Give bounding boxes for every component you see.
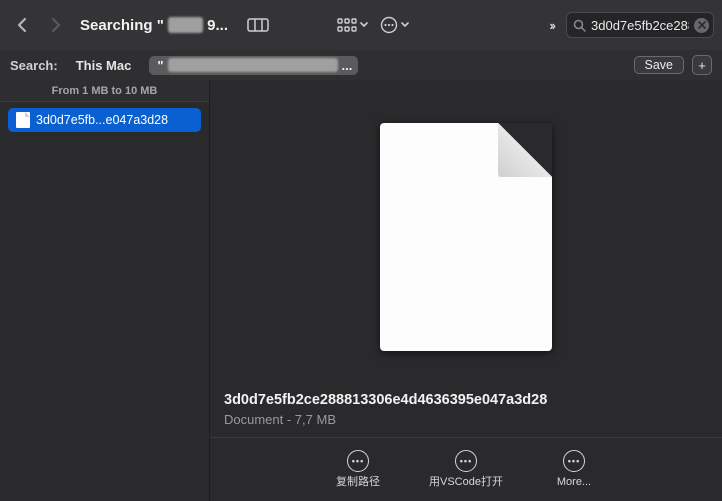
result-item-name: 3d0d7e5fb...e047a3d28 [36,113,168,127]
action-label: More... [557,476,591,489]
ellipsis-circle-icon: ••• [455,450,477,472]
forward-button[interactable] [42,11,70,39]
grid-icon [337,18,357,32]
ellipsis-circle-icon: ••• [347,450,369,472]
search-input[interactable] [591,18,689,33]
ellipsis-circle-icon: ••• [563,450,585,472]
clear-search-button[interactable] [694,18,709,33]
chevron-left-icon [16,17,28,33]
chevron-down-icon [360,22,368,28]
title-suffix: 9... [207,17,228,34]
action-more[interactable]: ••• More... [535,450,613,489]
preview-filename: 3d0d7e5fb2ce288813306e4d4636395e047a3d28 [224,392,708,408]
back-button[interactable] [8,11,36,39]
preview-canvas [210,80,722,384]
more-options-button[interactable] [378,11,410,39]
overflow-button[interactable]: ›› [543,18,560,33]
toolbar: Searching " 9... [0,0,722,50]
action-label: 复制路径 [336,476,380,489]
columns-icon [247,17,269,33]
search-field[interactable] [566,12,714,38]
chevron-right-icon [50,17,62,33]
results-group-header: From 1 MB to 10 MB [0,80,209,102]
search-scope-bar: Search: This Mac " ... Save + [0,50,722,80]
preview-metadata: 3d0d7e5fb2ce288813306e4d4636395e047a3d28… [210,384,722,427]
main-area: From 1 MB to 10 MB 3d0d7e5fb...e047a3d28… [0,80,722,501]
window-title: Searching " 9... [76,17,236,34]
results-column: From 1 MB to 10 MB 3d0d7e5fb...e047a3d28 [0,80,210,501]
scope-this-mac[interactable]: This Mac [68,55,140,76]
grouping-controls [336,11,410,39]
group-by-button[interactable] [336,11,368,39]
action-open-vscode[interactable]: ••• 用VSCode打开 [427,450,505,489]
add-criteria-button[interactable]: + [692,55,712,75]
save-search-button[interactable]: Save [634,56,685,74]
scope-current-folder[interactable]: " ... [149,56,358,75]
action-copy-path[interactable]: ••• 复制路径 [319,450,397,489]
columns-view-button[interactable] [242,11,274,39]
preview-kind-size: Document - 7,7 MB [224,412,708,427]
preview-column: 3d0d7e5fb2ce288813306e4d4636395e047a3d28… [210,80,722,501]
x-icon [698,21,706,29]
view-controls [242,11,274,39]
document-preview-icon [380,123,552,351]
quick-actions-bar: ••• 复制路径 ••• 用VSCode打开 ••• More... [210,437,722,501]
chevron-down-icon [401,22,409,28]
title-prefix: Searching " [80,17,164,34]
action-label: 用VSCode打开 [429,476,503,489]
results-list: 3d0d7e5fb...e047a3d28 [0,102,209,138]
result-item[interactable]: 3d0d7e5fb...e047a3d28 [8,108,201,132]
search-icon [573,19,586,32]
scope-folder-redacted [168,58,338,72]
title-redacted [168,17,203,33]
scope-folder-ellipsis: ... [342,58,353,73]
document-icon [16,112,30,128]
ellipsis-circle-icon [380,16,398,34]
search-label: Search: [10,58,58,73]
